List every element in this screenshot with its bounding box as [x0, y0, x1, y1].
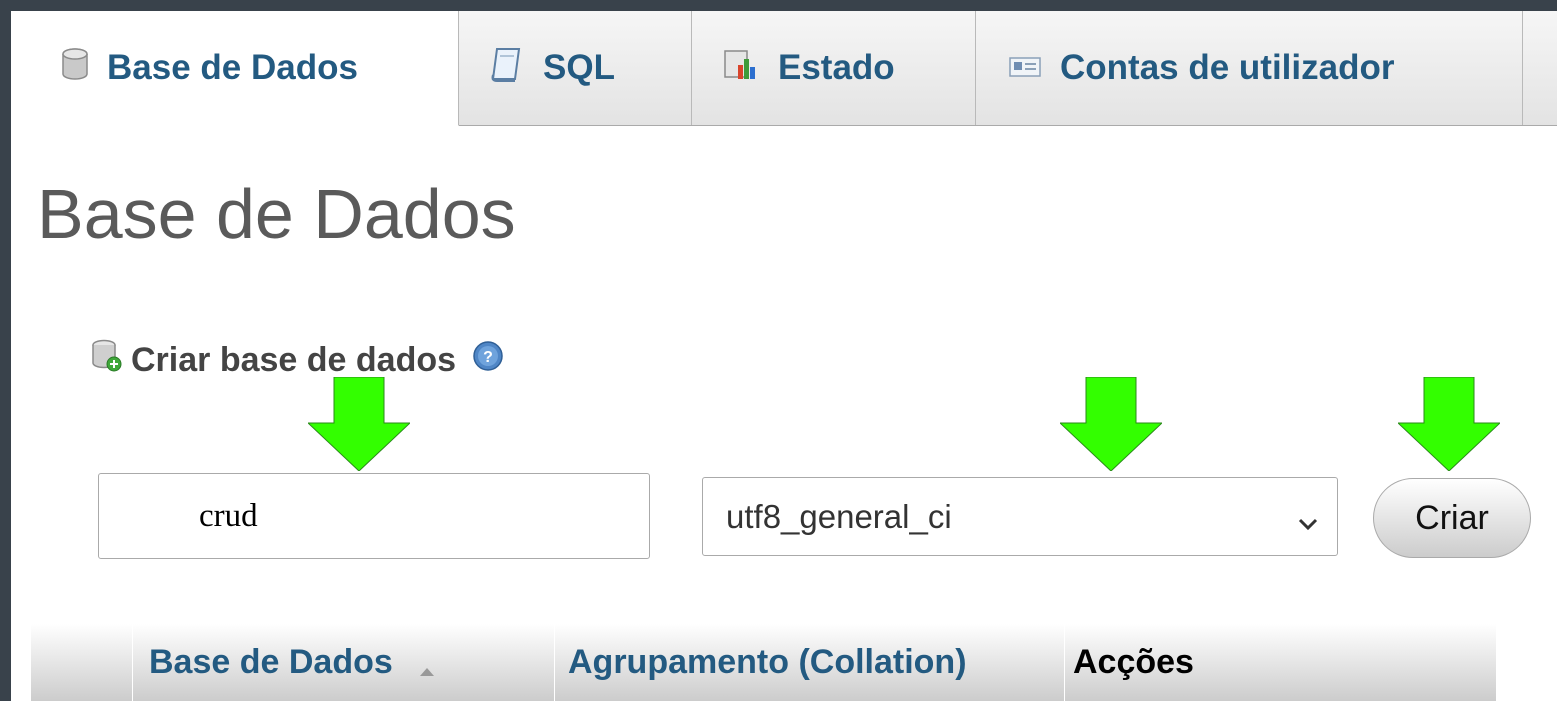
green-arrow-down-icon — [1060, 377, 1162, 471]
tab-status[interactable]: Estado — [692, 11, 976, 125]
header-actions-column: Acções — [1065, 624, 1496, 701]
top-tab-bar: Base de Dados SQL Estado Contas de utili… — [11, 11, 1557, 126]
database-name-input[interactable]: crud — [98, 473, 650, 559]
svg-text:?: ? — [483, 349, 493, 366]
sql-document-icon — [489, 45, 525, 92]
tab-sql[interactable]: SQL — [459, 11, 692, 125]
create-database-heading: Criar base de dados ? — [91, 339, 504, 382]
header-database-column[interactable]: Base de Dados — [133, 624, 555, 701]
databases-table-header: Base de Dados Agrupamento (Collation) Ac… — [31, 624, 1496, 701]
database-name-value: crud — [199, 497, 258, 534]
create-button-label: Criar — [1415, 498, 1489, 537]
header-database-label: Base de Dados — [149, 643, 393, 681]
tab-label: Base de Dados — [107, 48, 358, 87]
header-collation-column[interactable]: Agrupamento (Collation) — [555, 624, 1065, 701]
status-chart-icon — [722, 45, 760, 92]
green-arrow-down-icon — [1398, 377, 1500, 471]
main-frame: Base de Dados SQL Estado Contas de utili… — [11, 11, 1557, 701]
collation-selected-value: utf8_general_ci — [726, 497, 952, 535]
collation-select[interactable]: utf8_general_ci — [702, 477, 1338, 556]
create-database-label: Criar base de dados — [131, 341, 457, 379]
green-arrow-down-icon — [308, 377, 410, 471]
tab-label: Contas de utilizador — [1060, 48, 1395, 87]
chevron-down-icon — [1297, 502, 1319, 540]
tab-user-accounts[interactable]: Contas de utilizador — [976, 11, 1523, 125]
create-database-button[interactable]: Criar — [1373, 478, 1531, 558]
tab-databases[interactable]: Base de Dados — [11, 11, 459, 126]
header-actions-label: Acções — [1073, 643, 1194, 681]
tab-label: SQL — [543, 48, 615, 87]
tab-more[interactable] — [1523, 11, 1557, 125]
header-collation-label: Agrupamento (Collation) — [568, 643, 967, 681]
user-accounts-icon — [1008, 48, 1042, 88]
help-icon[interactable]: ? — [472, 340, 504, 381]
database-icon — [61, 47, 89, 89]
page-title: Base de Dados — [37, 175, 516, 253]
header-checkbox-column — [31, 624, 133, 701]
create-database-icon — [91, 339, 123, 382]
tab-label: Estado — [778, 48, 895, 87]
sort-ascending-icon — [419, 647, 435, 686]
